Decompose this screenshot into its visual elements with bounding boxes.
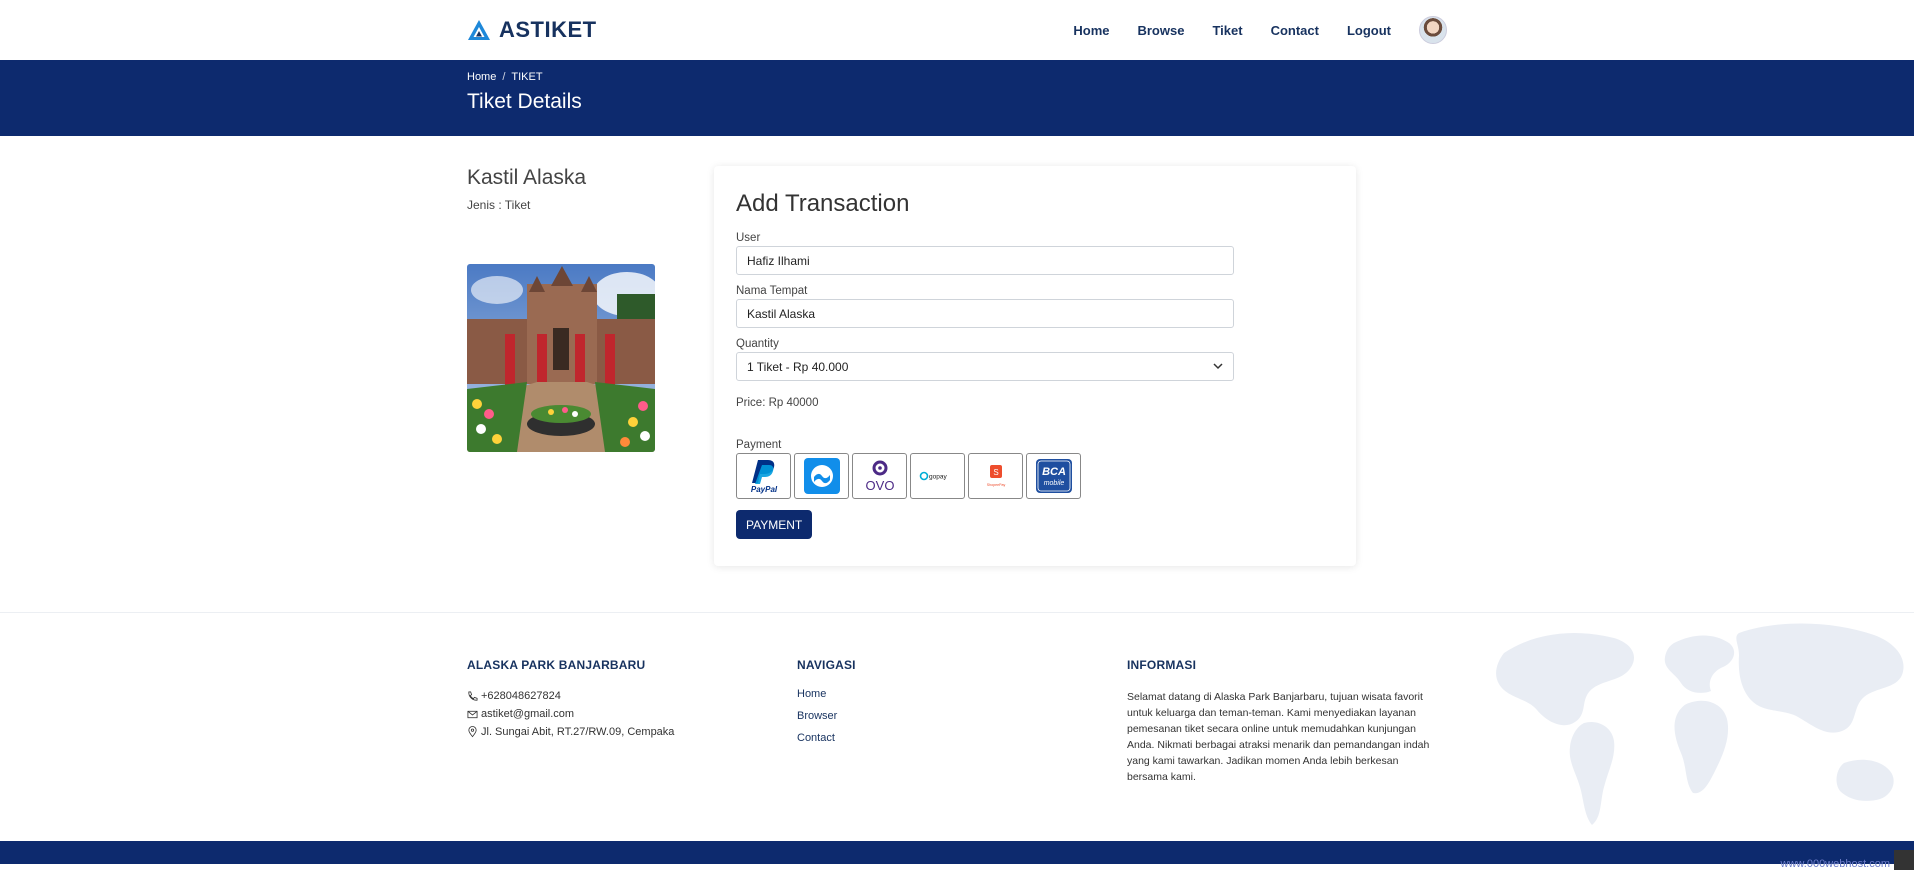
bca-mobile-icon: BCA mobile [1035,459,1072,493]
paypal-icon: PayPal [750,460,777,494]
main-content: Kastil Alaska Jenis : Tiket Add Transact… [467,136,1447,612]
svg-text:S: S [993,468,998,477]
footer-address-text: Jl. Sungai Abit, RT.27/RW.09, Cempaka [481,726,675,738]
footer-address: Jl. Sungai Abit, RT.27/RW.09, Cempaka [467,726,674,738]
main-nav: Home Browse Tiket Contact Logout [1073,16,1447,44]
footer-link-browser[interactable]: Browser [797,710,856,722]
nav-logout[interactable]: Logout [1347,23,1391,38]
svg-text:mobile: mobile [1043,480,1064,487]
place-input[interactable] [736,299,1234,328]
footer-link-contact[interactable]: Contact [797,732,856,744]
nav-contact[interactable]: Contact [1271,23,1319,38]
payment-ovo[interactable]: OVO [852,453,907,499]
form-title: Add Transaction [736,190,910,217]
brand-name: ASTIKET [499,17,597,42]
world-map-background [1496,623,1904,825]
transaction-card: Add Transaction User Nama Tempat Quantit… [714,166,1356,566]
location-pin-icon [468,726,477,738]
footer-email-text: astiket@gmail.com [481,708,575,720]
breadcrumb-home[interactable]: Home [467,71,496,83]
place-type: Jenis : Tiket [467,198,531,212]
nav-home[interactable]: Home [1073,23,1109,38]
chevron-down-icon [1213,363,1223,370]
shopeepay-text: ShopeePay [986,483,1005,487]
nav-browse[interactable]: Browse [1137,23,1184,38]
footer-bottom-bar [0,841,1914,864]
ovo-text: OVO [865,478,894,493]
payment-dana[interactable] [794,453,849,499]
payment-gopay[interactable]: gopay [910,453,965,499]
footer-contact-title: ALASKA PARK BANJARBARU [467,658,646,672]
dana-icon [803,458,840,494]
brand-logo[interactable]: ASTIKET [467,17,597,43]
footer-info-text: Selamat datang di Alaska Park Banjarbaru… [1127,691,1430,783]
user-input[interactable] [736,246,1234,275]
nav-tiket[interactable]: Tiket [1212,23,1242,38]
breadcrumb-current: TIKET [511,71,543,83]
gopay-icon: gopay [919,471,947,481]
astiket-logo-icon [468,20,490,40]
footer-info-column: INFORMASI Selamat datang di Alaska Park … [1127,658,1439,785]
top-navbar: ASTIKET Home Browse Tiket Contact Logout [0,0,1914,60]
castle-image [467,264,655,452]
footer-nav-title: NAVIGASI [797,658,856,672]
user-avatar[interactable] [1419,16,1447,44]
payment-button[interactable]: PAYMENT [736,510,813,539]
payment-shopeepay[interactable]: S ShopeePay [968,453,1023,499]
place-name: Kastil Alaska [467,166,587,189]
payment-paypal[interactable]: PayPal [736,453,791,499]
phone-icon [468,691,478,701]
page-title: Tiket Details [467,90,582,113]
user-label: User [736,232,761,244]
payment-bca-mobile[interactable]: BCA mobile [1026,453,1081,499]
breadcrumb-separator: / [502,71,506,83]
footer-info-title: INFORMASI [1127,658,1197,672]
place-label: Nama Tempat [736,285,808,297]
footer-email: astiket@gmail.com [467,708,674,720]
place-info: Kastil Alaska Jenis : Tiket [467,166,687,212]
footer-phone: +628048627824 [467,690,674,702]
page-header-banner: Home / TIKET Tiket Details [0,60,1914,136]
host-badge-icon[interactable] [1894,850,1914,870]
footer-contact-column: ALASKA PARK BANJARBARU +628048627824 ast… [467,658,674,738]
quantity-selected-value[interactable]: 1 Tiket - Rp 40.000 [736,352,1234,381]
payment-methods: PayPal OVO gopay S ShopeePay BCA mobile [736,453,1234,499]
gopay-text: gopay [929,474,947,481]
footer: ALASKA PARK BANJARBARU +628048627824 ast… [0,612,1914,842]
shopeepay-icon: S ShopeePay [986,465,1005,487]
paypal-text: PayPal [750,485,777,494]
price-text: Price: Rp 40000 [736,397,819,409]
payment-label: Payment [736,439,782,451]
host-link[interactable]: www.000webhost.com [1781,858,1890,870]
footer-nav-column: NAVIGASI Home Browser Contact [797,658,856,744]
envelope-icon [467,710,478,718]
footer-link-home[interactable]: Home [797,688,856,700]
quantity-select[interactable]: 1 Tiket - Rp 40.000 [736,352,1234,381]
ovo-icon: OVO [865,460,894,493]
footer-phone-text: +628048627824 [481,690,561,702]
breadcrumb: Home / TIKET [467,71,1447,83]
bca-text: BCA [1042,466,1066,478]
quantity-label: Quantity [736,338,779,350]
place-photo [467,264,655,452]
